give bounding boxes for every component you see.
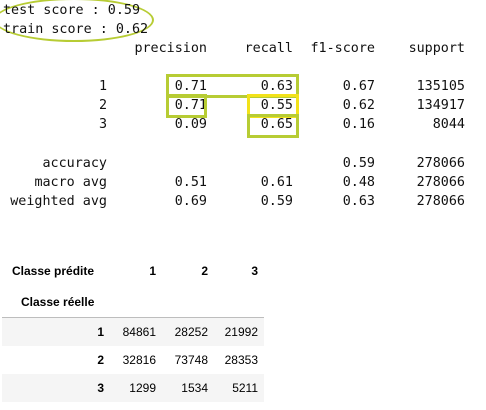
table-cell: 32816: [122, 353, 156, 367]
train-score: train score : 0.62: [3, 22, 149, 37]
row-2-f1: 0.62: [342, 98, 375, 113]
row-1-f1: 0.67: [342, 79, 375, 94]
accuracy-label: accuracy: [42, 156, 108, 171]
table-cell: 1299: [129, 381, 156, 395]
weighted-avg-f1: 0.63: [342, 194, 375, 209]
row-2-support: 134917: [416, 98, 465, 113]
macro-avg-recall: 0.61: [260, 175, 293, 190]
header-recall: recall: [244, 41, 293, 56]
macro-avg-support: 278066: [416, 175, 465, 190]
row-index: 2: [97, 353, 104, 367]
table-row: 1 84861 28252 21992: [2, 318, 264, 346]
header-support: support: [408, 41, 465, 56]
row-3-support: 8044: [432, 117, 465, 132]
row-3-label: 3: [98, 117, 107, 132]
macro-avg-precision: 0.51: [174, 175, 207, 190]
accuracy-f1: 0.59: [342, 156, 375, 171]
table-row: 2 32816 73748 28353: [2, 346, 264, 374]
row-index: 3: [97, 381, 104, 395]
table-cell: 28353: [224, 353, 258, 367]
header-precision: precision: [134, 41, 207, 56]
col-header-2: 2: [201, 264, 208, 278]
row-3-f1: 0.16: [342, 117, 375, 132]
test-score: test score : 0.59: [3, 3, 141, 18]
confusion-matrix-table: Classe prédite 1 2 3 Classe réelle 1 848…: [2, 253, 264, 402]
actual-label: Classe réelle: [21, 295, 95, 309]
table-cell: 28252: [174, 325, 208, 339]
highlight-row3-recall: [247, 114, 299, 138]
table-cell: 84861: [122, 325, 156, 339]
actual-header-row: Classe réelle: [2, 289, 264, 318]
predicted-label: Classe prédite: [12, 264, 95, 278]
weighted-avg-recall: 0.59: [260, 194, 293, 209]
predicted-header-row: Classe prédite 1 2 3: [2, 253, 264, 289]
accuracy-support: 278066: [416, 156, 465, 171]
table-cell: 1534: [181, 381, 208, 395]
weighted-avg-label: weighted avg: [10, 194, 107, 209]
col-header-1: 1: [149, 264, 156, 278]
weighted-avg-precision: 0.69: [174, 194, 207, 209]
row-index: 1: [97, 325, 104, 339]
row-2-label: 2: [98, 98, 107, 113]
row-1-label: 1: [98, 79, 107, 94]
row-1-support: 135105: [416, 79, 465, 94]
macro-avg-f1: 0.48: [342, 175, 375, 190]
header-f1-score: f1-score: [310, 41, 376, 56]
highlight-row2-precision: [166, 94, 207, 118]
table-cell: 5211: [232, 381, 258, 395]
table-row: 3 1299 1534 5211: [2, 374, 264, 402]
macro-avg-label: macro avg: [34, 175, 107, 190]
table-cell: 73748: [174, 353, 208, 367]
table-cell: 21992: [224, 325, 258, 339]
weighted-avg-support: 278066: [416, 194, 465, 209]
col-header-3: 3: [251, 264, 258, 278]
